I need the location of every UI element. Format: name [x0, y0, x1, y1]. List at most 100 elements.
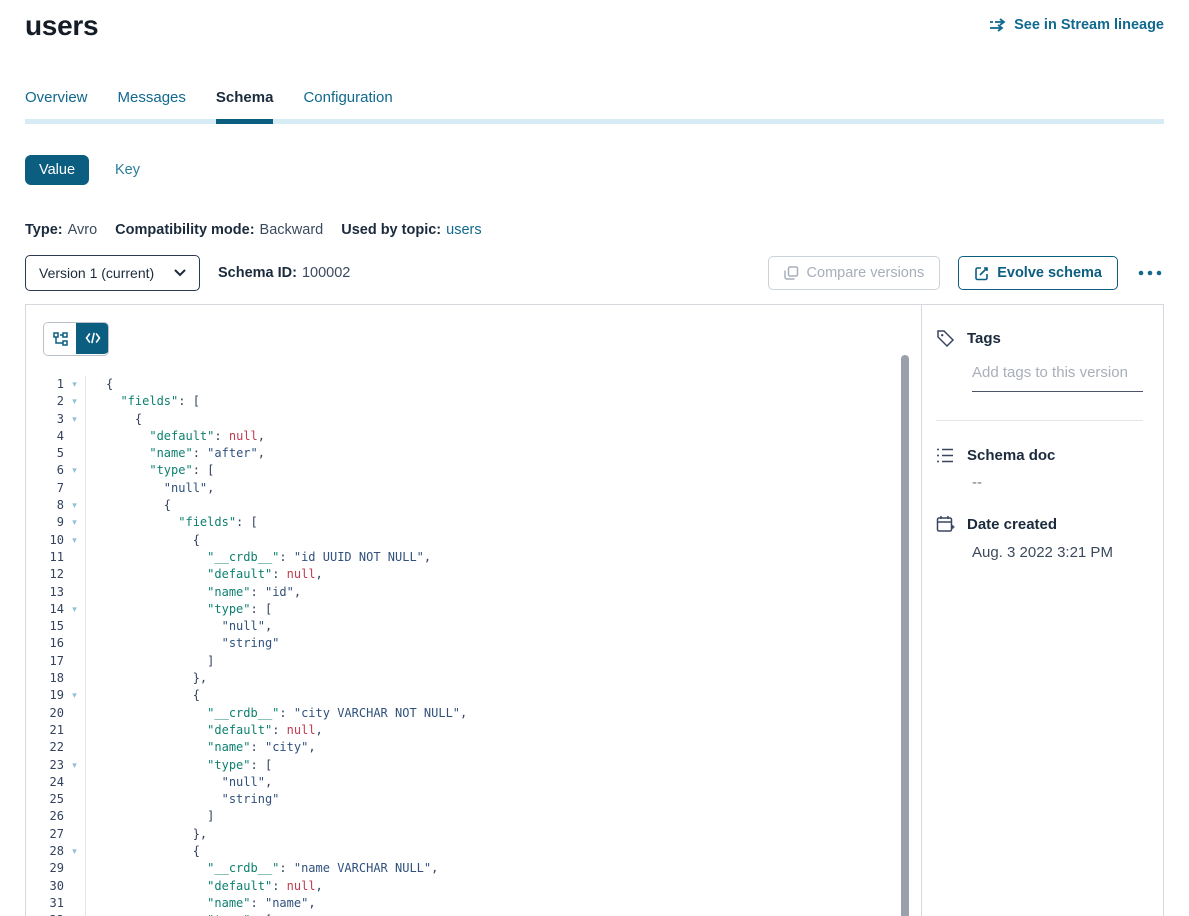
code-line-text: }, [85, 670, 921, 687]
code-line-text: "string" [85, 635, 921, 652]
line-number: 26 [26, 808, 64, 825]
code-line-text: "default": null, [85, 878, 921, 895]
code-line: 23▾ "type": [ [26, 757, 921, 774]
code-line: 5 "name": "after", [26, 445, 921, 462]
fold-gutter [64, 739, 85, 756]
fold-gutter [64, 445, 85, 462]
code-line-text: "name": "name", [85, 895, 921, 912]
page-title: users [25, 10, 98, 42]
code-line: 11 "__crdb__": "id UUID NOT NULL", [26, 549, 921, 566]
schema-doc-title: Schema doc [967, 447, 1055, 464]
code-line: 4 "default": null, [26, 428, 921, 445]
key-toggle-link[interactable]: Key [115, 162, 140, 178]
line-number: 17 [26, 653, 64, 670]
schema-doc-section-header: Schema doc [936, 447, 1163, 464]
add-tags-input[interactable] [972, 364, 1143, 392]
version-select[interactable]: Version 1 (current) [25, 255, 200, 291]
used-by-topic-link[interactable]: users [446, 222, 481, 238]
stream-lineage-label: See in Stream lineage [1014, 17, 1164, 33]
tags-section-header: Tags [936, 329, 1163, 348]
fold-gutter [64, 549, 85, 566]
fold-gutter [64, 860, 85, 877]
line-number: 13 [26, 584, 64, 601]
fold-gutter [64, 566, 85, 583]
schema-code-column: 1▾{2▾ "fields": [3▾ {4 "default": null,5… [26, 305, 921, 916]
fold-toggle-icon[interactable]: ▾ [64, 393, 85, 410]
fold-toggle-icon[interactable]: ▾ [64, 411, 85, 428]
line-number: 28 [26, 843, 64, 860]
fold-toggle-icon[interactable]: ▾ [64, 462, 85, 479]
code-line: 16 "string" [26, 635, 921, 652]
schema-tree-icon [53, 332, 69, 346]
code-line-text: }, [85, 826, 921, 843]
fold-gutter [64, 635, 85, 652]
fold-toggle-icon[interactable]: ▾ [64, 687, 85, 704]
code-brackets-icon [85, 332, 101, 344]
code-line-text: ] [85, 653, 921, 670]
fold-toggle-icon[interactable]: ▾ [64, 601, 85, 618]
calendar-plus-icon [936, 515, 955, 534]
code-line: 27 }, [26, 826, 921, 843]
code-line: 2▾ "fields": [ [26, 393, 921, 410]
code-line: 7 "null", [26, 480, 921, 497]
code-line: 17 ] [26, 653, 921, 670]
compare-versions-button[interactable]: Compare versions [768, 256, 941, 290]
code-line-text: "name": "city", [85, 739, 921, 756]
code-line-text: "fields": [ [85, 393, 921, 410]
fold-gutter [64, 826, 85, 843]
code-line: 31 "name": "name", [26, 895, 921, 912]
code-line: 21 "default": null, [26, 722, 921, 739]
fold-toggle-icon[interactable]: ▾ [64, 843, 85, 860]
tree-view-button[interactable] [44, 323, 77, 355]
more-actions-button[interactable] [1136, 268, 1164, 278]
line-number: 6 [26, 462, 64, 479]
line-number: 2 [26, 393, 64, 410]
tab-messages[interactable]: Messages [118, 89, 186, 124]
sidebar-divider [936, 420, 1143, 421]
fold-toggle-icon[interactable]: ▾ [64, 532, 85, 549]
version-select-value: Version 1 (current) [39, 265, 154, 281]
code-line-text: "string" [85, 791, 921, 808]
fold-gutter [64, 808, 85, 825]
code-line-text: "type": [ [85, 601, 921, 618]
code-line: 30 "default": null, [26, 878, 921, 895]
schema-controls-row: Version 1 (current) Schema ID: 100002 Co… [25, 255, 1164, 291]
meta-type-label: Type: [25, 222, 63, 238]
fold-toggle-icon[interactable]: ▾ [64, 376, 85, 393]
code-line-text: "null", [85, 480, 921, 497]
code-line-text: "null", [85, 774, 921, 791]
line-number: 8 [26, 497, 64, 514]
see-in-stream-lineage-link[interactable]: See in Stream lineage [989, 17, 1164, 33]
fold-toggle-icon[interactable]: ▾ [64, 757, 85, 774]
tab-schema[interactable]: Schema [216, 89, 274, 124]
code-line: 20 "__crdb__": "city VARCHAR NOT NULL", [26, 705, 921, 722]
fold-toggle-icon[interactable]: ▾ [64, 497, 85, 514]
code-line: 14▾ "type": [ [26, 601, 921, 618]
code-line: 25 "string" [26, 791, 921, 808]
code-line-text: { [85, 532, 921, 549]
tab-overview[interactable]: Overview [25, 89, 88, 124]
line-number: 19 [26, 687, 64, 704]
code-line: 24 "null", [26, 774, 921, 791]
code-lines: 1▾{2▾ "fields": [3▾ {4 "default": null,5… [26, 376, 921, 916]
line-number: 11 [26, 549, 64, 566]
code-view-button[interactable] [76, 322, 109, 354]
fold-toggle-icon[interactable]: ▾ [64, 912, 85, 916]
code-line-text: ] [85, 808, 921, 825]
code-line: 22 "name": "city", [26, 739, 921, 756]
schema-id: Schema ID: 100002 [218, 265, 350, 281]
date-created-value: Aug. 3 2022 3:21 PM [972, 544, 1163, 561]
evolve-schema-icon [974, 266, 989, 281]
fold-gutter [64, 774, 85, 791]
evolve-schema-button[interactable]: Evolve schema [958, 256, 1118, 290]
line-number: 5 [26, 445, 64, 462]
tab-configuration[interactable]: Configuration [303, 89, 392, 124]
line-number: 27 [26, 826, 64, 843]
value-toggle-button[interactable]: Value [25, 155, 89, 185]
code-line-text: "default": null, [85, 428, 921, 445]
line-number: 15 [26, 618, 64, 635]
fold-toggle-icon[interactable]: ▾ [64, 514, 85, 531]
fold-gutter [64, 791, 85, 808]
code-scrollbar-thumb[interactable] [901, 355, 909, 916]
code-line: 6▾ "type": [ [26, 462, 921, 479]
